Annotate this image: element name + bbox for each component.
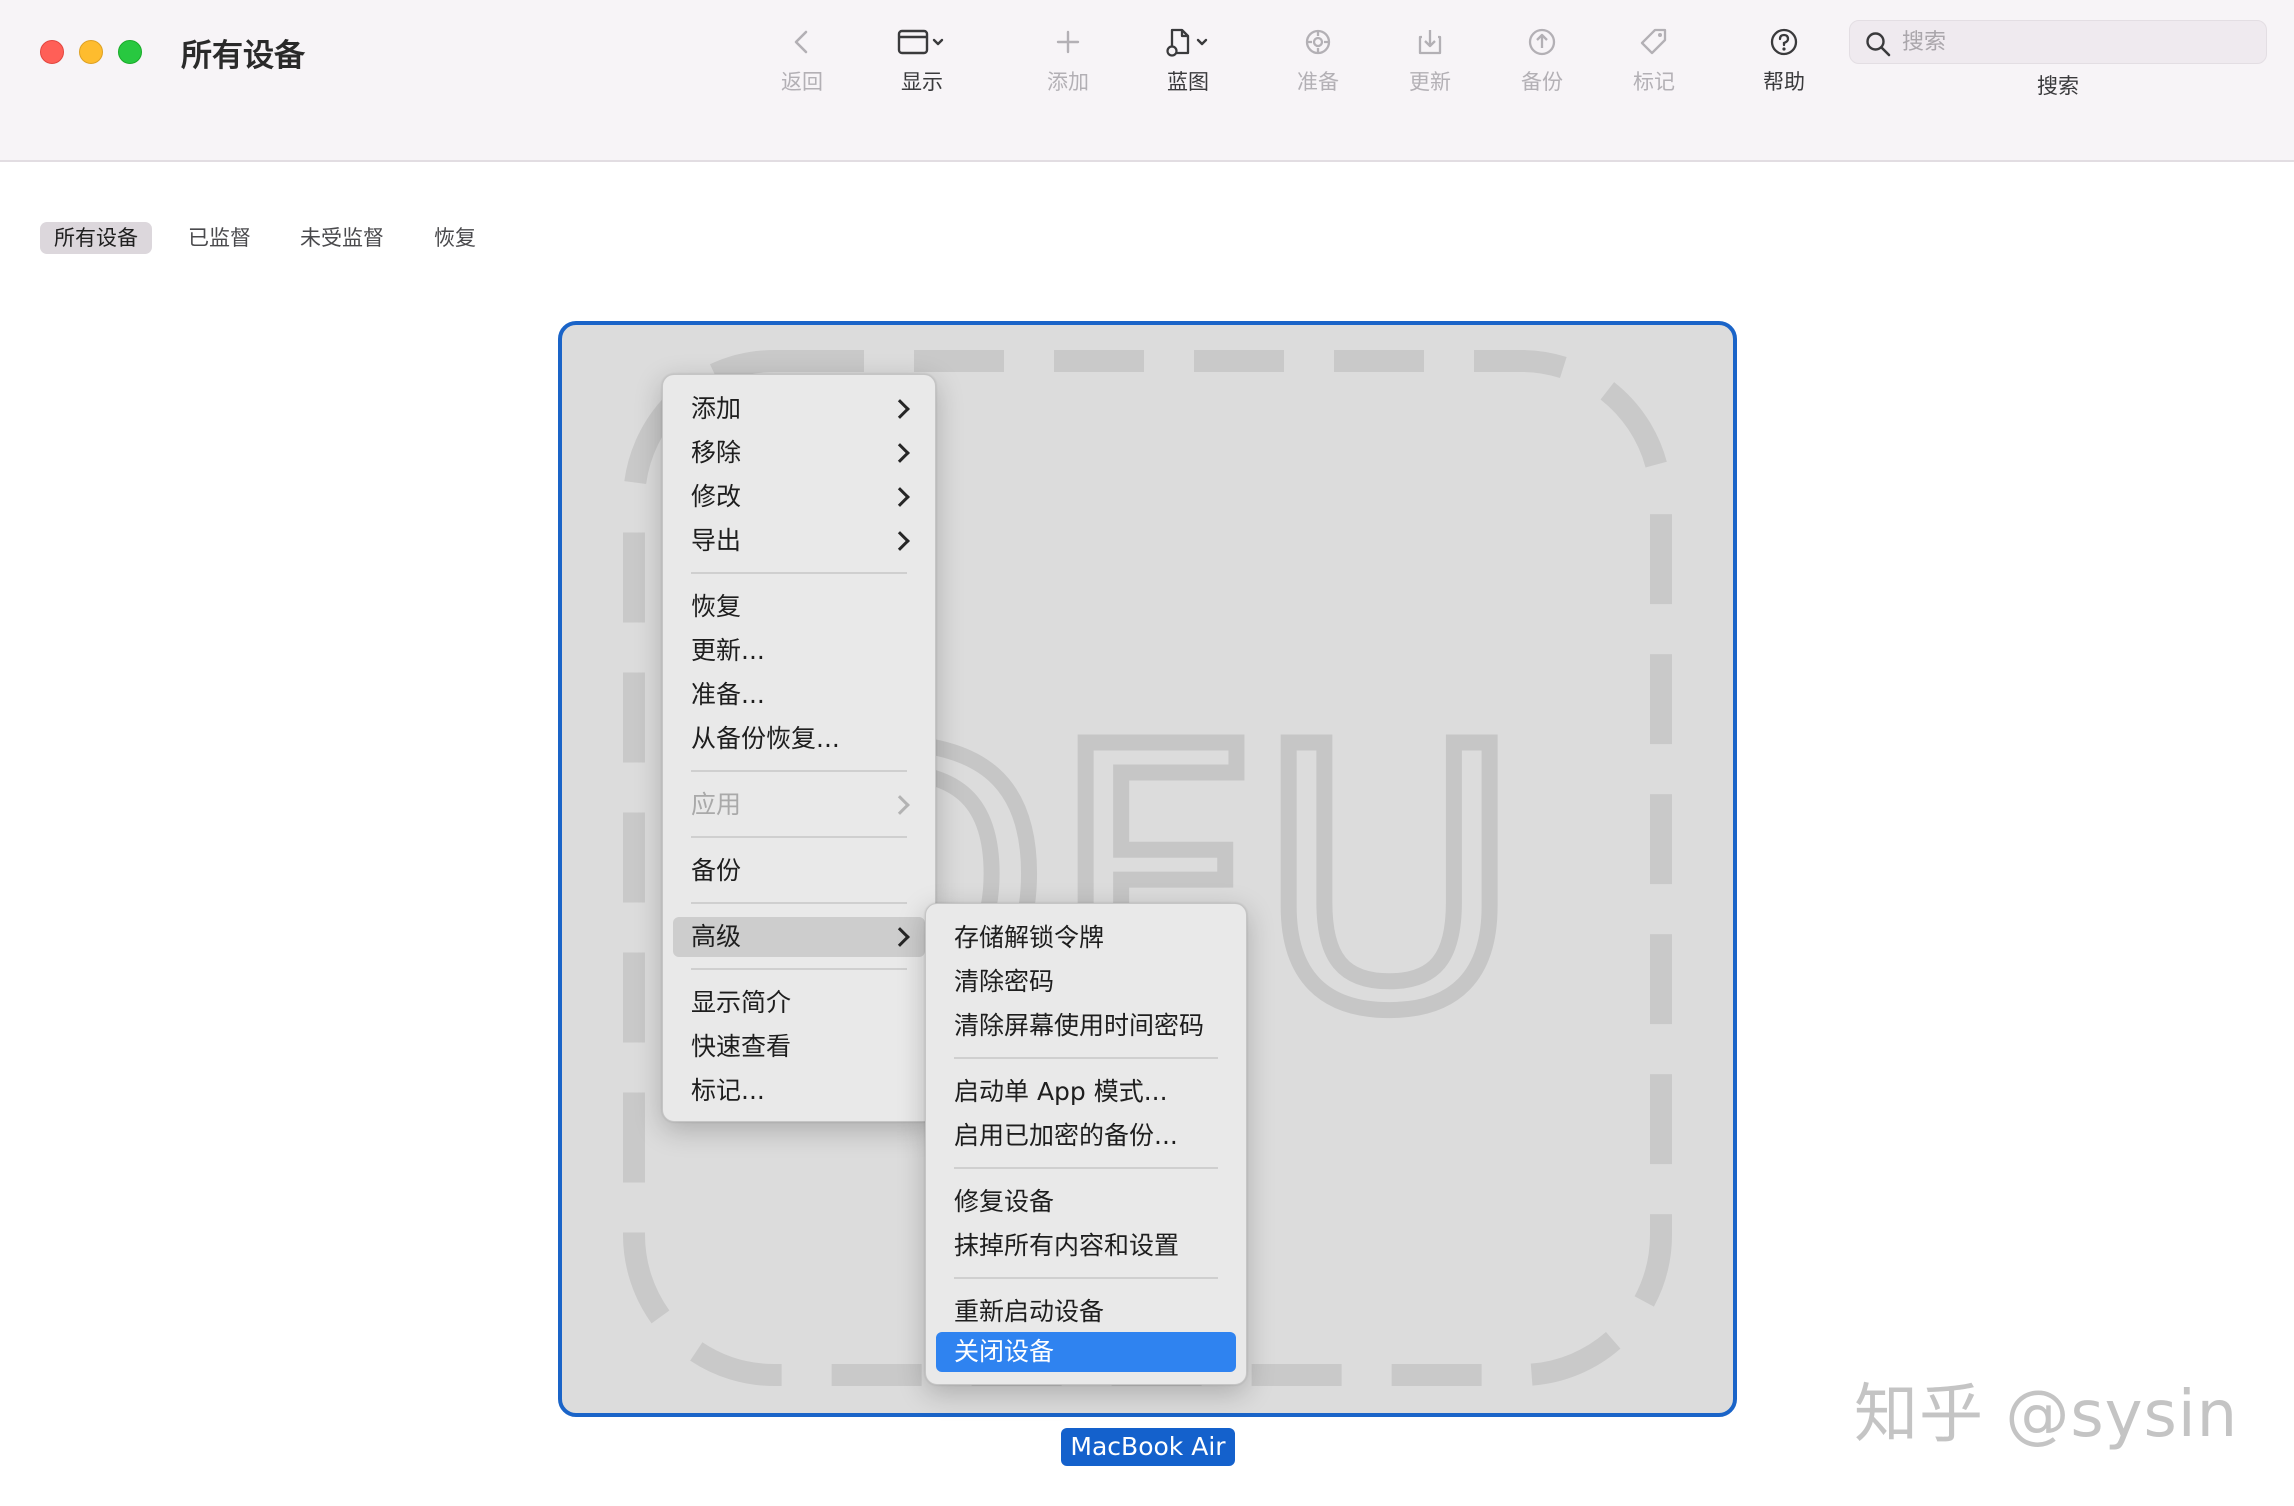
menu-item-shut-down-device[interactable]: 关闭设备 — [936, 1332, 1236, 1372]
menu-item-label: 移除 — [691, 438, 741, 467]
chevron-right-icon — [890, 927, 910, 947]
device-name-label[interactable]: MacBook Air — [1061, 1428, 1235, 1466]
blueprint-menu-button[interactable]: 蓝图 — [1138, 22, 1238, 102]
menu-item-restart-device[interactable]: 重新启动设备 — [936, 1292, 1236, 1332]
menu-item-modify[interactable]: 修改 — [673, 477, 925, 517]
blueprint-doc-icon — [1158, 22, 1218, 62]
menu-separator — [954, 1167, 1218, 1169]
menu-item-apps: 应用 — [673, 785, 925, 825]
prepare-label: 准备 — [1268, 66, 1368, 96]
chevron-left-icon — [782, 22, 822, 62]
tab-recovery[interactable]: 恢复 — [420, 222, 490, 254]
menu-item-label: 应用 — [691, 790, 741, 819]
menu-item-clear-screen-time-passcode[interactable]: 清除屏幕使用时间密码 — [936, 1006, 1236, 1046]
tab-unsupervised[interactable]: 未受监督 — [286, 222, 398, 254]
menu-item-label: 修改 — [691, 482, 741, 511]
back-label: 返回 — [752, 66, 852, 96]
back-button[interactable]: 返回 — [752, 22, 852, 102]
menu-separator — [691, 902, 907, 904]
menu-item-tag[interactable]: 标记... — [673, 1071, 925, 1111]
scope-bar: 所有设备 已监督 未受监督 恢复 — [0, 106, 2294, 162]
add-button[interactable]: 添加 — [1018, 22, 1118, 102]
minimize-window-button[interactable] — [79, 40, 103, 64]
chevron-right-icon — [890, 443, 910, 463]
backup-button[interactable]: 备份 — [1492, 22, 1592, 102]
device-context-menu: 添加 移除 修改 导出 恢复 更新... 准备... 从备份恢复... 应用 备… — [662, 374, 936, 1122]
update-button[interactable]: 更新 — [1380, 22, 1480, 102]
menu-item-repair-device[interactable]: 修复设备 — [936, 1182, 1236, 1222]
menu-separator — [691, 836, 907, 838]
search-label: 搜索 — [2008, 70, 2108, 100]
backup-label: 备份 — [1492, 66, 1592, 96]
chevron-right-icon — [890, 487, 910, 507]
menu-item-export[interactable]: 导出 — [673, 521, 925, 561]
close-window-button[interactable] — [40, 40, 64, 64]
search-icon — [1864, 30, 1892, 58]
title-bar: 所有设备 返回 显示 添加 蓝图 — [0, 0, 2294, 106]
menu-item-backup[interactable]: 备份 — [673, 851, 925, 891]
arrow-up-circle-icon — [1522, 22, 1562, 62]
menu-item-get-info[interactable]: 显示简介 — [673, 983, 925, 1023]
menu-separator — [954, 1057, 1218, 1059]
menu-item-quick-look[interactable]: 快速查看 — [673, 1027, 925, 1067]
chevron-right-icon — [890, 531, 910, 551]
menu-separator — [691, 770, 907, 772]
menu-separator — [691, 968, 907, 970]
menu-item-label: 导出 — [691, 526, 741, 555]
menu-item-label: 高级 — [691, 922, 741, 951]
add-label: 添加 — [1018, 66, 1118, 96]
menu-item-enable-encrypted-backups[interactable]: 启用已加密的备份... — [936, 1116, 1236, 1156]
menu-separator — [954, 1277, 1218, 1279]
update-label: 更新 — [1380, 66, 1480, 96]
tag-button[interactable]: 标记 — [1604, 22, 1704, 102]
prepare-button[interactable]: 准备 — [1268, 22, 1368, 102]
menu-item-label: 添加 — [691, 394, 741, 423]
menu-item-store-unlock-token[interactable]: 存储解锁令牌 — [936, 918, 1236, 958]
window-title: 所有设备 — [181, 30, 305, 75]
menu-item-single-app-mode[interactable]: 启动单 App 模式... — [936, 1072, 1236, 1112]
menu-item-advanced[interactable]: 高级 — [673, 917, 925, 957]
menu-item-add[interactable]: 添加 — [673, 389, 925, 429]
watermark-text: 知乎 @sysin — [1854, 1363, 2238, 1455]
search-input[interactable] — [1902, 25, 2252, 59]
help-button[interactable]: 帮助 — [1734, 22, 1834, 102]
gear-prepare-icon — [1298, 22, 1338, 62]
tab-all-devices[interactable]: 所有设备 — [40, 222, 152, 254]
tab-supervised[interactable]: 已监督 — [174, 222, 265, 254]
menu-item-prepare[interactable]: 准备... — [673, 675, 925, 715]
chevron-right-icon — [890, 795, 910, 815]
menu-item-update[interactable]: 更新... — [673, 631, 925, 671]
tag-icon — [1634, 22, 1674, 62]
zoom-window-button[interactable] — [118, 40, 142, 64]
menu-item-restore[interactable]: 恢复 — [673, 587, 925, 627]
menu-item-clear-passcode[interactable]: 清除密码 — [936, 962, 1236, 1002]
menu-item-erase-all-content[interactable]: 抹掉所有内容和设置 — [936, 1226, 1236, 1266]
window-icon — [892, 22, 952, 62]
blueprint-label: 蓝图 — [1138, 66, 1238, 96]
view-menu-button[interactable]: 显示 — [872, 22, 972, 102]
plus-icon — [1048, 22, 1088, 62]
chevron-right-icon — [890, 399, 910, 419]
question-circle-icon — [1764, 22, 1804, 62]
menu-item-restore-from-backup[interactable]: 从备份恢复... — [673, 719, 925, 759]
menu-item-remove[interactable]: 移除 — [673, 433, 925, 473]
view-label: 显示 — [872, 66, 972, 96]
advanced-submenu: 存储解锁令牌 清除密码 清除屏幕使用时间密码 启动单 App 模式... 启用已… — [925, 903, 1247, 1385]
help-label: 帮助 — [1734, 66, 1834, 96]
menu-separator — [691, 572, 907, 574]
download-tray-icon — [1410, 22, 1450, 62]
tag-label: 标记 — [1604, 66, 1704, 96]
search-field[interactable] — [1849, 20, 2267, 64]
